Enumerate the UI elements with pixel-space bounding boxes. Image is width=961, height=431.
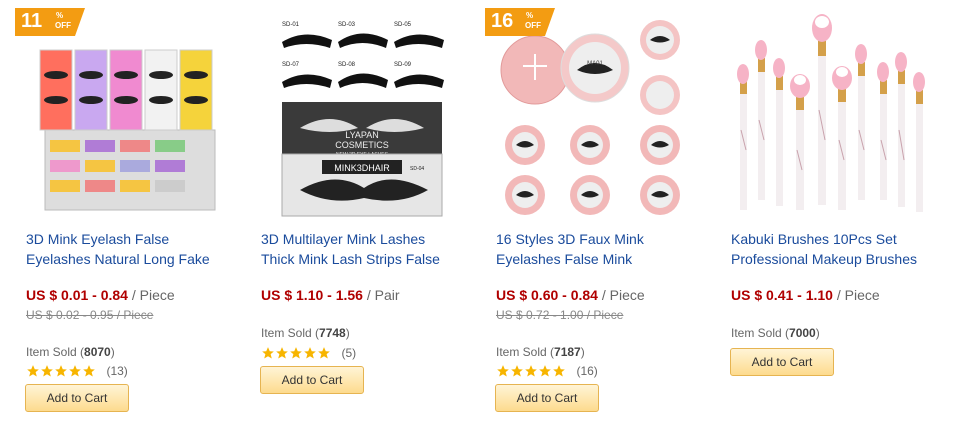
add-to-cart-button[interactable]: Add to Cart	[25, 384, 129, 412]
image-label: SD-05	[394, 22, 412, 28]
title-line: Eyelashes False Mink	[496, 251, 633, 267]
add-to-cart-button[interactable]: Add to Cart	[260, 366, 364, 394]
star-icon	[40, 364, 54, 378]
product-card: 16 % OFF MA01 16 Styles 3D Faux Mink Eye…	[485, 0, 725, 431]
image-label: SD-08	[338, 62, 356, 68]
star-icon	[82, 364, 96, 378]
star-icon	[538, 364, 552, 378]
star-rating: (16)	[496, 362, 598, 378]
product-card: 11 % OFF 3D Mink Eyelash False Eyelashes…	[15, 0, 255, 431]
review-count[interactable]: (16)	[576, 364, 597, 378]
image-label: SD-01	[282, 22, 300, 28]
title-line: Kabuki Brushes 10Pcs Set	[731, 231, 897, 247]
star-icon	[261, 346, 275, 360]
items-sold: Item Sold (7000)	[731, 326, 820, 340]
image-label: SD-07	[282, 62, 300, 68]
sold-count: 7748	[319, 326, 346, 340]
sold-label: Item Sold (	[496, 345, 555, 359]
items-sold: Item Sold (7187)	[496, 345, 585, 359]
star-icon	[68, 364, 82, 378]
discount-badge: 11 % OFF	[15, 8, 85, 36]
title-line: Professional Makeup Brushes	[731, 251, 917, 267]
product-title-link[interactable]: 16 Styles 3D Faux Mink Eyelashes False M…	[496, 229, 701, 269]
image-label: MINK3DHAIR	[334, 163, 390, 173]
star-icon	[275, 346, 289, 360]
discount-off: OFF	[55, 21, 71, 30]
star-icon	[496, 364, 510, 378]
image-label: COSMETICS	[335, 140, 389, 150]
original-price: US $ 0.72 - 1.00 / Piece	[496, 308, 624, 322]
discount-number: 11	[21, 10, 43, 32]
discount-number: 16	[491, 10, 514, 32]
star-rating: (13)	[26, 362, 128, 378]
image-label: SD-09	[394, 62, 412, 68]
price: US $ 0.01 - 0.84 / Piece	[26, 287, 175, 303]
discount-percent: %	[526, 11, 534, 20]
add-to-cart-button[interactable]: Add to Cart	[495, 384, 599, 412]
star-icon	[317, 346, 331, 360]
image-label: MA01	[587, 61, 603, 67]
sold-close: )	[345, 326, 350, 340]
product-image[interactable]	[730, 10, 930, 220]
price: US $ 1.10 - 1.56 / Pair	[261, 287, 400, 303]
star-icon	[552, 364, 566, 378]
price: US $ 0.41 - 1.10 / Piece	[731, 287, 880, 303]
price-amount: US $ 1.10 - 1.56	[261, 287, 363, 303]
product-card: SD-01 SD-03 SD-05 SD-07 SD-08 SD-09 LYAP…	[260, 0, 490, 431]
original-price: US $ 0.02 - 0.95 / Piece	[26, 308, 154, 322]
product-title-link[interactable]: 3D Multilayer Mink Lashes Thick Mink Las…	[261, 229, 466, 269]
star-icon	[303, 346, 317, 360]
price: US $ 0.60 - 0.84 / Piece	[496, 287, 645, 303]
review-count[interactable]: (13)	[106, 364, 127, 378]
title-line: Eyelashes Natural Long Fake	[26, 251, 210, 267]
review-count[interactable]: (5)	[341, 346, 356, 360]
sold-count: 8070	[84, 345, 111, 359]
price-unit: / Piece	[127, 287, 175, 303]
star-icon	[510, 364, 524, 378]
image-label: SD-03	[338, 22, 356, 28]
add-to-cart-button[interactable]: Add to Cart	[730, 348, 834, 376]
star-icon	[26, 364, 40, 378]
image-label: SD-04	[410, 166, 424, 172]
product-title-link[interactable]: Kabuki Brushes 10Pcs Set Professional Ma…	[731, 229, 936, 269]
product-title-link[interactable]: 3D Mink Eyelash False Eyelashes Natural …	[26, 229, 231, 269]
title-line: 3D Multilayer Mink Lashes	[261, 231, 426, 247]
sold-label: Item Sold (	[731, 326, 790, 340]
price-unit: / Piece	[597, 287, 645, 303]
product-image[interactable]	[25, 10, 225, 220]
title-line: Thick Mink Lash Strips False	[261, 251, 440, 267]
sold-label: Item Sold (	[261, 326, 320, 340]
star-icon	[289, 346, 303, 360]
sold-close: )	[580, 345, 585, 359]
star-icon	[524, 364, 538, 378]
sold-count: 7187	[554, 345, 581, 359]
product-image[interactable]: MA01	[495, 10, 695, 220]
discount-percent: %	[56, 11, 64, 20]
price-unit: / Piece	[832, 287, 880, 303]
sold-close: )	[815, 326, 820, 340]
price-unit: / Pair	[362, 287, 400, 303]
product-image[interactable]: SD-01 SD-03 SD-05 SD-07 SD-08 SD-09 LYAP…	[260, 10, 460, 220]
price-amount: US $ 0.01 - 0.84	[26, 287, 128, 303]
star-rating: (5)	[261, 344, 356, 360]
discount-badge: 16 % OFF	[485, 8, 555, 36]
items-sold: Item Sold (7748)	[261, 326, 350, 340]
product-card: Kabuki Brushes 10Pcs Set Professional Ma…	[730, 0, 960, 431]
price-amount: US $ 0.41 - 1.10	[731, 287, 833, 303]
discount-off: OFF	[525, 21, 541, 30]
image-label: LYAPAN	[345, 130, 379, 140]
title-line: 3D Mink Eyelash False	[26, 231, 170, 247]
sold-label: Item Sold (	[26, 345, 85, 359]
title-line: 16 Styles 3D Faux Mink	[496, 231, 644, 247]
sold-close: )	[110, 345, 115, 359]
sold-count: 7000	[789, 326, 816, 340]
star-icon	[54, 364, 68, 378]
items-sold: Item Sold (8070)	[26, 345, 115, 359]
price-amount: US $ 0.60 - 0.84	[496, 287, 598, 303]
